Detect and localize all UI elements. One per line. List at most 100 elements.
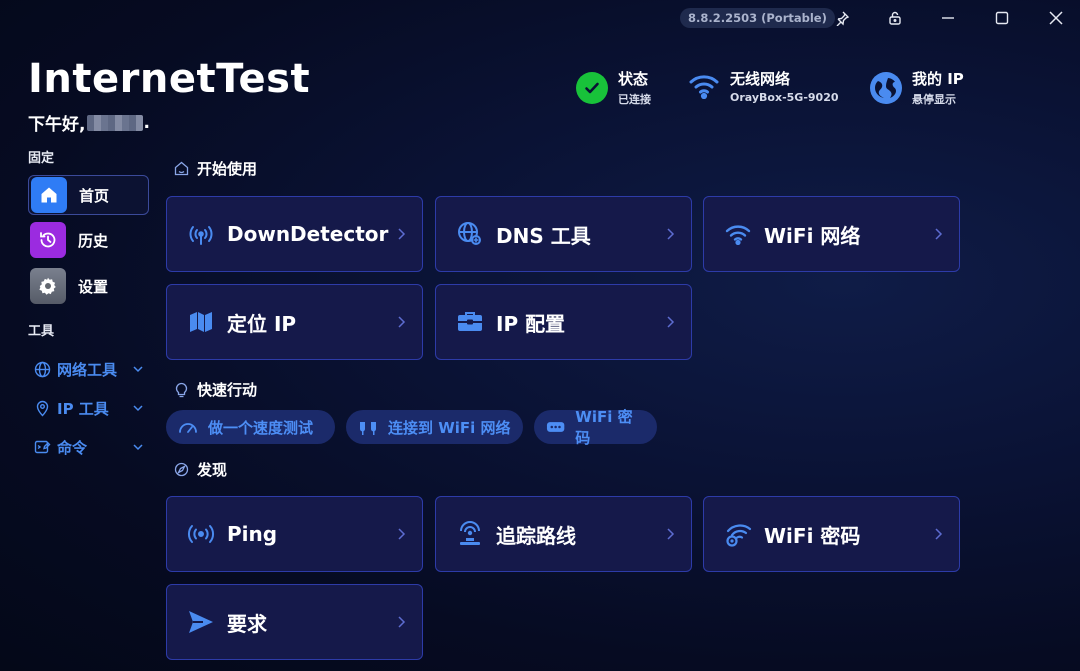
section-title: 发现: [197, 461, 228, 479]
wifi-key-icon: [724, 520, 752, 548]
sidebar-item-label: 历史: [78, 231, 109, 250]
card-wifi-password[interactable]: WiFi 密码: [703, 496, 960, 572]
card-label: 要求: [227, 611, 267, 636]
card-label: DownDetector: [227, 222, 389, 246]
section-get-started: 开始使用: [174, 158, 257, 179]
my-ip-title: 我的 IP: [912, 70, 964, 88]
minimize-button[interactable]: [935, 6, 961, 30]
globe-icon: [870, 71, 902, 104]
chevron-right-icon: [398, 316, 406, 328]
chevron-right-icon: [398, 228, 406, 240]
wifi-status: 无线网络 OrayBox-5G-9020: [688, 68, 839, 104]
card-label: 追踪路线: [496, 523, 576, 548]
lightbulb-icon: [175, 382, 188, 397]
card-downdetector[interactable]: DownDetector: [166, 196, 423, 272]
card-label: IP 配置: [496, 311, 566, 336]
chevron-down-icon: [133, 366, 143, 373]
chevron-right-icon: [667, 528, 675, 540]
status-value: 已连接: [618, 93, 651, 106]
card-label: WiFi 网络: [764, 223, 861, 248]
radar-icon: [187, 220, 215, 248]
pill-label: WiFi 密码: [575, 408, 633, 447]
chevron-right-icon: [935, 228, 943, 240]
pill-label: 做一个速度测试: [208, 418, 314, 437]
sidebar-item-history[interactable]: 历史: [28, 220, 149, 260]
card-requests[interactable]: 要求: [166, 584, 423, 660]
card-ping[interactable]: Ping: [166, 496, 423, 572]
sidebar-item-label: IP 工具: [57, 399, 109, 418]
password-icon: [546, 422, 565, 432]
sidebar-item-label: 设置: [78, 277, 109, 296]
quick-action-speed-test[interactable]: 做一个速度测试: [166, 410, 335, 444]
lock-button[interactable]: [882, 6, 908, 30]
pinned-heading: 固定: [28, 151, 55, 166]
card-dns-tools[interactable]: DNS 工具: [435, 196, 692, 272]
quick-action-wifi-password[interactable]: WiFi 密码: [534, 408, 657, 447]
wifi-icon: [724, 220, 752, 248]
sidebar-item-label: 首页: [79, 186, 110, 205]
close-icon: [1049, 11, 1063, 25]
sidebar-item-network-tools[interactable]: 网络工具: [34, 357, 144, 381]
sidebar-item-settings[interactable]: 设置: [28, 266, 149, 306]
card-ip-config[interactable]: IP 配置: [435, 284, 692, 360]
compass-icon: [174, 462, 189, 477]
maximize-button[interactable]: [989, 6, 1015, 30]
command-icon: [34, 440, 51, 453]
greeting-prefix: 下午好,: [28, 115, 86, 135]
redacted-username: [87, 114, 144, 131]
chevron-right-icon: [935, 528, 943, 540]
maximize-icon: [995, 11, 1009, 25]
chevron-right-icon: [398, 616, 406, 628]
section-title: 开始使用: [197, 160, 258, 178]
card-wifi-networks[interactable]: WiFi 网络: [703, 196, 960, 272]
section-quick-actions: 快速行动: [174, 379, 257, 400]
card-label: WiFi 密码: [764, 523, 861, 548]
map-icon: [187, 308, 215, 336]
connection-status: 状态 已连接: [576, 68, 651, 107]
check-icon: [576, 71, 608, 104]
toolbox-icon: [456, 308, 484, 336]
card-trace-route[interactable]: 追踪路线: [435, 496, 692, 572]
card-label: 定位 IP: [227, 311, 297, 336]
quick-action-connect-wifi[interactable]: 连接到 WiFi 网络: [346, 410, 523, 444]
close-button[interactable]: [1043, 6, 1069, 30]
sidebar-item-label: 命令: [57, 438, 88, 457]
chevron-down-icon: [133, 444, 143, 451]
chevron-right-icon: [667, 316, 675, 328]
my-ip-hint: 悬停显示: [912, 93, 956, 106]
lock-icon: [889, 11, 901, 25]
chevron-down-icon: [133, 405, 143, 412]
trace-route-icon: [456, 520, 484, 548]
card-locate-ip[interactable]: 定位 IP: [166, 284, 423, 360]
ping-icon: [187, 520, 215, 548]
pill-label: 连接到 WiFi 网络: [388, 418, 511, 437]
dns-globe-icon: [456, 220, 484, 248]
my-ip-status[interactable]: 我的 IP 悬停显示: [870, 68, 964, 107]
version-badge: 8.8.2.2503 (Portable): [680, 8, 835, 28]
sidebar-item-ip-tools[interactable]: IP 工具: [34, 396, 144, 420]
gear-icon: [30, 268, 66, 304]
sidebar-item-label: 网络工具: [57, 360, 118, 379]
card-label: Ping: [227, 522, 278, 546]
chevron-right-icon: [667, 228, 675, 240]
pin-button[interactable]: [829, 6, 855, 30]
greeting: 下午好, .: [28, 110, 150, 136]
sidebar-item-commands[interactable]: 命令: [34, 435, 144, 459]
wifi-status-title: 无线网络: [730, 70, 791, 88]
home-icon: [31, 177, 67, 213]
speedometer-icon: [179, 423, 197, 433]
wifi-icon: [688, 70, 720, 102]
connect-plug-icon: [360, 422, 376, 435]
globe-icon: [34, 361, 51, 377]
section-discover: 发现: [174, 459, 227, 480]
status-title: 状态: [618, 70, 649, 88]
chevron-right-icon: [398, 528, 406, 540]
send-icon: [187, 608, 215, 636]
sidebar-item-home[interactable]: 首页: [28, 175, 149, 215]
pin-icon: [836, 11, 850, 26]
location-pin-icon: [36, 400, 49, 416]
card-label: DNS 工具: [496, 223, 591, 248]
section-title: 快速行动: [197, 381, 258, 399]
greeting-suffix: .: [143, 112, 150, 133]
history-icon: [30, 222, 66, 258]
